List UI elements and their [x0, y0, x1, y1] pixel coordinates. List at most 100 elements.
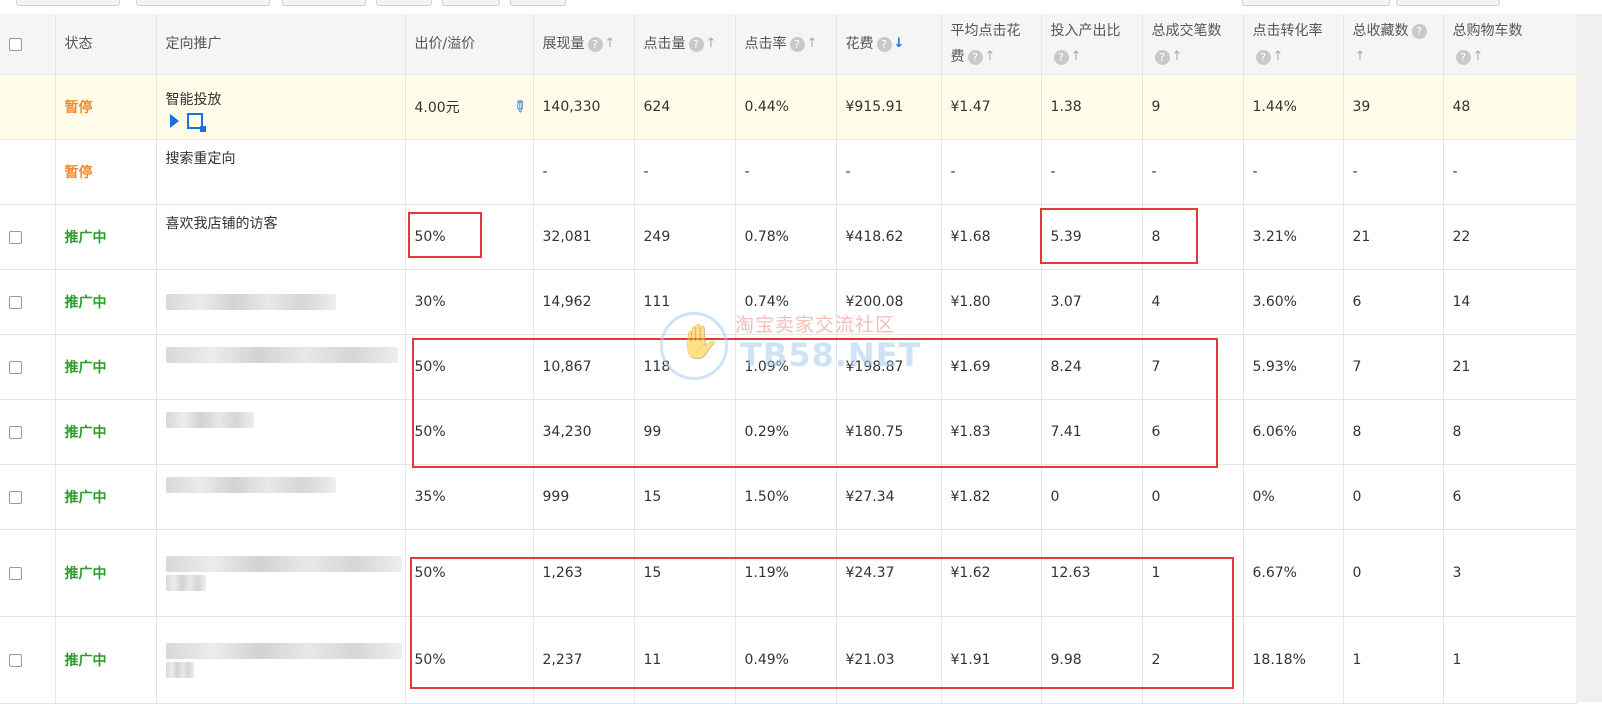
table-row[interactable]: 暂停 智能投放 4.00元 ✎ 140,330 624 0.44% ¥915.91…	[0, 74, 1577, 140]
table-row[interactable]: 推广中 喜欢我店铺的访客 50% 32,081 249 0.78% ¥418.6…	[0, 204, 1577, 270]
col-cart[interactable]: 总购物车数? ↑	[1443, 14, 1577, 75]
cpc-cell: ¥1.68	[941, 204, 1042, 270]
col-roi[interactable]: 投入产出比? ↑	[1041, 14, 1143, 75]
col-label: 投入产出比	[1050, 23, 1121, 39]
col-label: 费	[950, 49, 965, 65]
table-row[interactable]: 推广中 30% 14,962 111 0.74% ¥200.08 ¥1.80 3…	[0, 269, 1577, 335]
target-name: 智能投放	[165, 92, 222, 108]
ctr-cell: 0.78%	[735, 204, 837, 270]
table-row[interactable]: 推广中 50% 34,230 99 0.29% ¥180.75 ¥1.83 7.…	[0, 399, 1577, 465]
clicks-cell: 249	[634, 204, 736, 270]
help-icon[interactable]: ?	[876, 36, 892, 52]
status-badge: 推广中	[64, 230, 107, 246]
toolbar-button[interactable]	[510, 0, 566, 6]
help-icon[interactable]: ?	[587, 36, 603, 52]
row-checkbox[interactable]	[9, 230, 22, 244]
cpc-cell: ¥1.83	[941, 399, 1042, 465]
roi-cell: 9.98	[1041, 616, 1143, 704]
row-select-cell	[0, 616, 56, 704]
favorites-cell: 1	[1343, 616, 1444, 704]
toolbar-button[interactable]	[442, 0, 500, 6]
help-icon[interactable]: ?	[1455, 49, 1471, 65]
cvr-cell: 6.06%	[1243, 399, 1344, 465]
help-icon[interactable]: ?	[1053, 49, 1069, 65]
col-cost[interactable]: 花费? ↓	[836, 14, 942, 75]
help-icon[interactable]: ?	[1411, 23, 1427, 39]
toolbar-button[interactable]	[282, 0, 366, 6]
toolbar-button[interactable]	[1396, 0, 1500, 6]
clicks-cell: 15	[634, 464, 736, 530]
col-status: 状态	[55, 14, 157, 75]
favorites-cell: 6	[1343, 269, 1444, 335]
cart-cell: 22	[1443, 204, 1577, 270]
table-header: 状态 定向推广 出价/溢价 展现量? ↑ 点击量? ↑ 点击率? ↑ 花费? ↓ 平均点…	[0, 14, 1577, 75]
table-row[interactable]: 推广中 50% 10,867 118 1.09% ¥198.87 ¥1.69 8…	[0, 334, 1577, 400]
favorites-cell: -	[1343, 139, 1444, 205]
cart-cell: 8	[1443, 399, 1577, 465]
bid-cell: 4.00元 ✎	[405, 74, 534, 140]
col-orders[interactable]: 总成交笔数? ↑	[1142, 14, 1244, 75]
sort-up-icon[interactable]: ↑	[985, 44, 996, 70]
help-icon[interactable]: ?	[1255, 49, 1271, 65]
sort-up-icon[interactable]: ↑	[706, 31, 717, 57]
sort-down-icon[interactable]: ↓	[894, 31, 905, 57]
col-cpc[interactable]: 平均点击花费? ↑	[941, 14, 1042, 75]
toolbar-button[interactable]	[1242, 0, 1390, 6]
status-badge: 暂停	[64, 100, 93, 116]
sort-up-icon[interactable]: ↑	[1273, 44, 1284, 70]
col-clicks[interactable]: 点击量? ↑	[634, 14, 736, 75]
table-row[interactable]: 推广中 50% 2,237 11 0.49% ¥21.03 ¥1.91 9.98…	[0, 616, 1577, 704]
cvr-cell: 18.18%	[1243, 616, 1344, 704]
help-icon[interactable]: ?	[789, 36, 805, 52]
impressions-cell: 10,867	[533, 334, 635, 400]
roi-cell: 0	[1041, 464, 1143, 530]
toolbar-button[interactable]	[16, 0, 120, 6]
col-label: 平均点击花	[950, 23, 1021, 39]
report-icon[interactable]	[186, 113, 206, 132]
sort-up-icon[interactable]: ↑	[807, 31, 818, 57]
sort-up-icon[interactable]: ↑	[1172, 44, 1183, 70]
cost-cell: ¥180.75	[836, 399, 942, 465]
col-cvr[interactable]: 点击转化率? ↑	[1243, 14, 1344, 75]
col-ctr[interactable]: 点击率? ↑	[735, 14, 837, 75]
help-icon[interactable]: ?	[688, 36, 704, 52]
favorites-cell: 7	[1343, 334, 1444, 400]
bid-cell: 50%	[405, 399, 534, 465]
roi-cell: 7.41	[1041, 399, 1143, 465]
favorites-cell: 0	[1343, 529, 1444, 617]
row-checkbox[interactable]	[9, 566, 22, 580]
sort-up-icon[interactable]: ↑	[1071, 44, 1082, 70]
help-icon[interactable]: ?	[1154, 49, 1170, 65]
cost-cell: ¥200.08	[836, 269, 942, 335]
roi-cell: 8.24	[1041, 334, 1143, 400]
status-badge: 推广中	[64, 490, 107, 506]
col-impressions[interactable]: 展现量? ↑	[533, 14, 635, 75]
clicks-cell: 15	[634, 529, 736, 617]
bid-cell: 50%	[405, 204, 534, 270]
table-row[interactable]: 推广中 50% 1,263 15 1.19% ¥24.37 ¥1.62 12.6…	[0, 529, 1577, 617]
target-cell	[156, 616, 406, 704]
help-icon[interactable]: ?	[967, 49, 983, 65]
cost-cell: ¥915.91	[836, 74, 942, 140]
target-cell: 智能投放	[156, 74, 406, 140]
toolbar-button[interactable]	[136, 0, 270, 6]
sort-up-icon[interactable]: ↑	[1473, 44, 1484, 70]
cart-cell: 48	[1443, 74, 1577, 140]
row-checkbox[interactable]	[9, 425, 22, 439]
row-checkbox[interactable]	[9, 653, 22, 667]
row-checkbox[interactable]	[9, 360, 22, 374]
play-icon[interactable]	[169, 114, 179, 128]
table-row[interactable]: 暂停 搜索重定向 - - - - - - - - - -	[0, 139, 1577, 205]
row-checkbox[interactable]	[9, 295, 22, 309]
col-favorites[interactable]: 总收藏数? ↑	[1343, 14, 1444, 75]
sort-up-icon[interactable]: ↑	[605, 31, 616, 57]
row-checkbox[interactable]	[9, 490, 22, 504]
table-row[interactable]: 推广中 35% 999 15 1.50% ¥27.34 ¥1.82 0 0 0%…	[0, 464, 1577, 530]
cvr-cell: -	[1243, 139, 1344, 205]
select-all-checkbox[interactable]	[9, 37, 22, 51]
status-cell: 推广中	[55, 464, 157, 530]
vertical-scrollbar[interactable]	[1576, 14, 1602, 702]
pencil-icon[interactable]: ✎	[508, 95, 531, 118]
toolbar-button[interactable]	[376, 0, 432, 6]
sort-up-icon[interactable]: ↑	[1355, 44, 1366, 70]
